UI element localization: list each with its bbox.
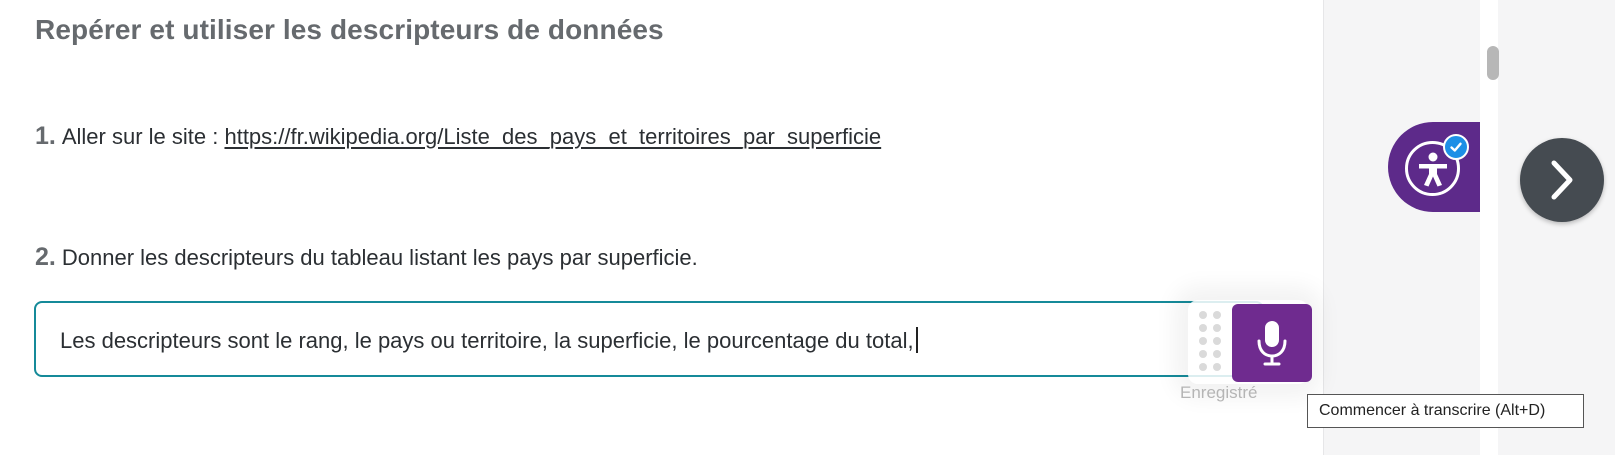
chevron-right-icon bbox=[1551, 160, 1573, 200]
step-2: 2. Donner les descripteurs du tableau lis… bbox=[35, 243, 698, 272]
step-1: 1. Aller sur le site : https://fr.wikiped… bbox=[35, 122, 881, 151]
answer-textarea[interactable]: Les descripteurs sont le rang, le pays o… bbox=[34, 301, 1264, 377]
scrollbar-thumb[interactable] bbox=[1487, 46, 1499, 80]
next-button[interactable] bbox=[1520, 138, 1604, 222]
step-2-text: Donner les descripteurs du tableau lista… bbox=[61, 245, 698, 270]
microphone-icon bbox=[1257, 321, 1287, 366]
drag-handle-icon[interactable] bbox=[1195, 307, 1225, 375]
dictation-mic-button[interactable] bbox=[1232, 304, 1312, 382]
step-1-text: Aller sur le site : bbox=[61, 124, 225, 149]
answer-text-wrapper: Les descripteurs sont le rang, le pays o… bbox=[60, 327, 918, 354]
dictation-status: Enregistré bbox=[1180, 383, 1258, 402]
step-2-number: 2. bbox=[35, 243, 56, 271]
text-caret bbox=[915, 327, 918, 353]
check-badge-icon bbox=[1443, 134, 1469, 160]
answer-value: Les descripteurs sont le rang, le pays o… bbox=[60, 328, 914, 353]
side-panel bbox=[1323, 0, 1615, 455]
accessibility-widget-button[interactable] bbox=[1388, 122, 1480, 212]
step-1-number: 1. bbox=[35, 122, 56, 150]
wikipedia-link[interactable]: https://fr.wikipedia.org/Liste_des_pays_… bbox=[224, 124, 881, 149]
page-title: Repérer et utiliser les descripteurs de … bbox=[35, 14, 664, 45]
dictation-tooltip: Commencer à transcrire (Alt+D) bbox=[1307, 394, 1584, 428]
